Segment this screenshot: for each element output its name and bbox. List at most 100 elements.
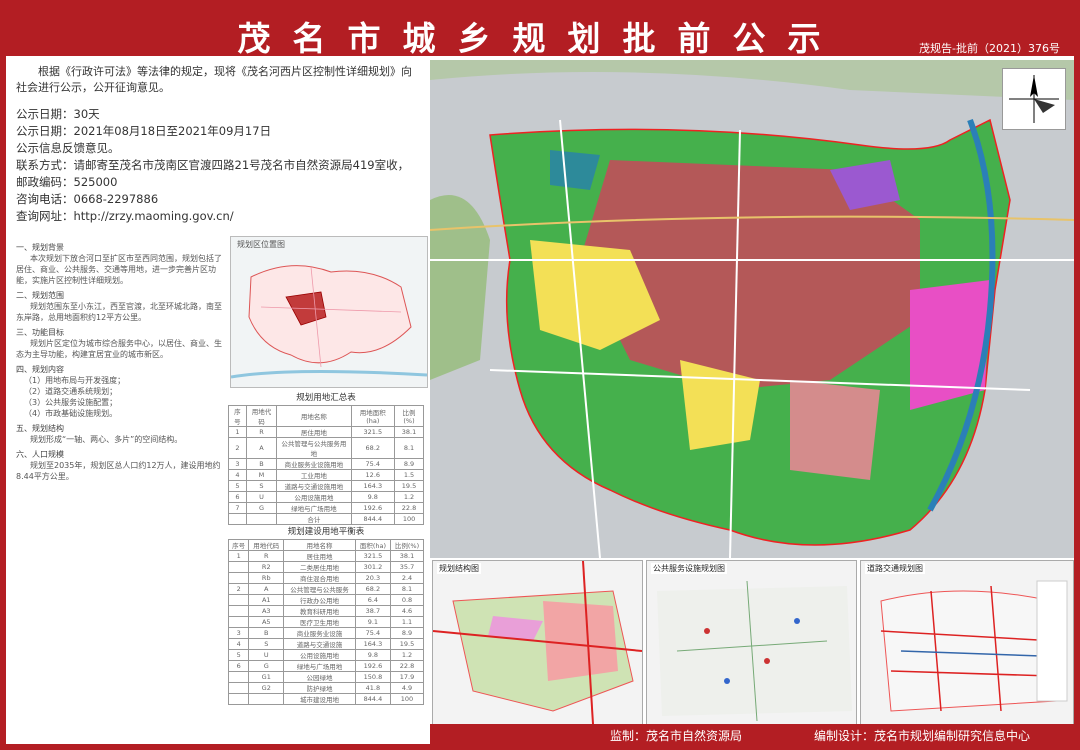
table-cell: 12.6 bbox=[350, 469, 396, 481]
table-cell: U bbox=[245, 491, 278, 503]
table-cell: 100 bbox=[389, 693, 425, 705]
table-cell: 公共管理与公共服务用地 bbox=[276, 437, 352, 459]
land-use-map-graphic bbox=[430, 60, 1074, 558]
section-heading: 六、人口规模 bbox=[16, 450, 64, 459]
table-cell: G2 bbox=[248, 682, 285, 694]
table-title: 规划建设用地平衡表 bbox=[287, 527, 365, 537]
table-row: R2 二类居住用地 301.2 35.7 bbox=[227, 561, 425, 573]
table-cell: 22.8 bbox=[389, 660, 425, 672]
table-cell: 5 bbox=[228, 480, 247, 492]
table-cell: 75.4 bbox=[350, 458, 396, 470]
table-cell: G1 bbox=[248, 671, 285, 683]
table-row: 3 B 商业服务业设施用地 75.4 8.9 bbox=[228, 458, 424, 470]
table-row: G2 防护绿地 41.8 4.9 bbox=[227, 682, 425, 694]
table-cell bbox=[227, 682, 250, 694]
section-text: 规划形成“一轴、两心、多片”的空间结构。 bbox=[30, 435, 183, 444]
table-cell: 防护绿地 bbox=[283, 682, 356, 694]
table-row: 4 M 工业用地 12.6 1.5 bbox=[228, 469, 424, 481]
table-cell bbox=[227, 616, 250, 628]
table-cell: U bbox=[248, 649, 285, 661]
table-cell: 4 bbox=[227, 638, 250, 650]
table-cell: 道路与交通设施 bbox=[283, 638, 356, 650]
table-cell: 17.9 bbox=[389, 671, 425, 683]
table-header-row: 序号 用地代码 用地名称 面积(ha) 比例(%) bbox=[227, 539, 425, 551]
notice-period: 公示日期：30天 bbox=[16, 107, 100, 121]
notice-contact: 联系方式：请邮寄至茂名市茂南区官渡四路21号茂名市自然资源局419室收， bbox=[16, 158, 410, 172]
section-item: （3）公共服务设施配置； bbox=[24, 398, 118, 407]
table-cell: R bbox=[245, 426, 278, 438]
table-cell: S bbox=[248, 638, 285, 650]
table-row: G1 公园绿地 150.8 17.9 bbox=[227, 671, 425, 683]
table-cell bbox=[227, 671, 250, 683]
table-cell: 38.7 bbox=[354, 605, 391, 617]
table-cell: 2.4 bbox=[389, 572, 425, 584]
table-cell: 6.4 bbox=[354, 594, 391, 606]
table-cell: 100 bbox=[394, 513, 424, 525]
table-cell: 商业服务业设施 bbox=[283, 627, 356, 639]
table-cell: 38.1 bbox=[394, 426, 424, 438]
table-cell: 工业用地 bbox=[276, 469, 352, 481]
table-row: Rb 商住混合用地 20.3 2.4 bbox=[227, 572, 425, 584]
table-row: 6 G 绿地与广场用地 192.6 22.8 bbox=[227, 660, 425, 672]
land-use-map[interactable] bbox=[430, 60, 1074, 558]
table-cell: B bbox=[245, 458, 278, 470]
table-cell: 9.1 bbox=[354, 616, 391, 628]
title-banner: 茂名市城乡规划批前公示 茂规告-批前（2021）376号 bbox=[6, 6, 1074, 58]
public-facilities-map[interactable]: 公共服务设施规划图 bbox=[646, 560, 857, 725]
footer-supervisor: 监制：茂名市自然资源局 bbox=[610, 729, 743, 743]
table-cell: 教育科研用地 bbox=[283, 605, 356, 617]
mini-map-title: 规划结构图 bbox=[437, 563, 481, 574]
table-cell: 20.3 bbox=[354, 572, 391, 584]
table-cell: 公园绿地 bbox=[283, 671, 356, 683]
table-header-cell: 面积(ha) bbox=[354, 539, 391, 551]
table-cell: 19.5 bbox=[389, 638, 425, 650]
notice-feedback: 公示信息反馈意见。 bbox=[16, 141, 120, 155]
table-cell: 公用设施用地 bbox=[283, 649, 356, 661]
compass-rose bbox=[1002, 68, 1066, 130]
table-cell: 9.8 bbox=[350, 491, 396, 503]
mini-map-title: 公共服务设施规划图 bbox=[651, 563, 727, 574]
table-title: 规划用地汇总表 bbox=[296, 393, 356, 403]
web-link[interactable]: http://zrzy.maoming.gov.cn/ bbox=[74, 209, 234, 223]
table-cell: R bbox=[248, 550, 285, 562]
table-header-row: 序号 用地代码 用地名称 用地面积(ha) 比例(%) bbox=[228, 405, 424, 427]
table-cell: 19.5 bbox=[394, 480, 424, 492]
table-row: 合计 844.4 100 bbox=[228, 513, 424, 525]
table-cell: 75.4 bbox=[354, 627, 391, 639]
section-text: 规划范围东至小东江，西至官渡，北至环城北路，南至东岸路，总用地面积约12平方公里… bbox=[16, 302, 222, 322]
notice-web: 查询网址：http://zrzy.maoming.gov.cn/ bbox=[16, 209, 234, 223]
plan-description: 一、规划背景 本次规划下放合河口至扩区市至西同范围，规划包括了居住、商业、公共服… bbox=[16, 238, 226, 482]
table-row: 2 A 公共管理与公共服务用地 68.2 8.1 bbox=[228, 437, 424, 459]
road-traffic-map[interactable]: 道路交通规划图 bbox=[860, 560, 1074, 725]
table-cell: 6 bbox=[228, 491, 247, 503]
table-cell: 4.6 bbox=[389, 605, 425, 617]
table-cell: B bbox=[248, 627, 285, 639]
table-header-cell: 序号 bbox=[227, 539, 250, 551]
table-cell: 公共管理与公共服务 bbox=[283, 583, 356, 595]
table-cell: G bbox=[245, 502, 278, 514]
structure-map[interactable]: 规划结构图 bbox=[432, 560, 643, 725]
table-header-cell: 序号 bbox=[228, 405, 247, 427]
table-cell: 38.1 bbox=[389, 550, 425, 562]
table-cell: 321.5 bbox=[350, 426, 396, 438]
table-cell: 301.2 bbox=[354, 561, 391, 573]
table-row: 1 R 居住用地 321.5 38.1 bbox=[228, 426, 424, 438]
section-item: （2）道路交通系统规划； bbox=[24, 387, 118, 396]
table-cell bbox=[227, 572, 250, 584]
table-cell: 6 bbox=[227, 660, 250, 672]
table-row: A1 行政办公用地 6.4 0.8 bbox=[227, 594, 425, 606]
table-cell: 居住用地 bbox=[276, 426, 352, 438]
table-cell: 居住用地 bbox=[283, 550, 356, 562]
table-cell: 8.1 bbox=[394, 437, 424, 459]
table-cell: 35.7 bbox=[389, 561, 425, 573]
table-row: 1 R 居住用地 321.5 38.1 bbox=[227, 550, 425, 562]
table-cell: 绿地与广场用地 bbox=[276, 502, 352, 514]
section-text: 本次规划下放合河口至扩区市至西同范围，规划包括了居住、商业、公共服务、交通等用地… bbox=[16, 254, 222, 285]
table-cell: 2 bbox=[228, 437, 247, 459]
table-cell bbox=[227, 594, 250, 606]
road-traffic-map-graphic bbox=[880, 580, 1068, 712]
table-cell: Rb bbox=[248, 572, 285, 584]
table-cell: A1 bbox=[248, 594, 285, 606]
table-row: 城市建设用地 844.4 100 bbox=[227, 693, 425, 705]
table-cell: M bbox=[245, 469, 278, 481]
